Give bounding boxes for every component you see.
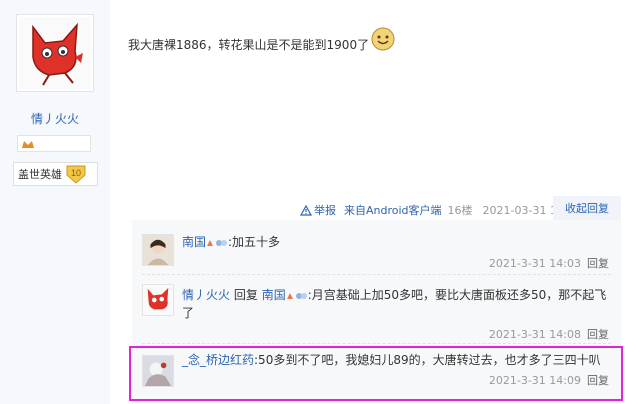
reply-username[interactable]: 南国 (182, 235, 206, 249)
highlight-box (129, 346, 623, 401)
medal-label: 盖世英雄 (18, 168, 62, 181)
reply-button[interactable]: 回复 (587, 328, 609, 341)
reply-item: 情丿火火 回复 南国:月宫基础上加50多吧，要比大唐面板还多50，那不起飞 了 … (132, 276, 621, 346)
cartoon-avatar-icon (19, 17, 91, 89)
user-tag-icon (286, 292, 307, 299)
medal-badge[interactable]: 盖世英雄 10 (13, 162, 98, 186)
report-label: 举报 (314, 204, 336, 217)
medal-level-text: 10 (71, 168, 81, 178)
reply-word: 回复 (233, 288, 258, 302)
reply-divider (142, 343, 611, 344)
reply-footer: 2021-3-31 14:03 回复 (489, 255, 609, 271)
author-username[interactable]: 情丿火火 (0, 110, 110, 127)
reply-button[interactable]: 回复 (587, 257, 609, 270)
author-sidebar: 情丿火火 盖世英雄 10 (0, 0, 110, 404)
reply-content: 情丿火火 回复 南国 :月宫基础上加50多吧，要比大唐面板还多50，那不起飞 了 (182, 286, 609, 322)
post-meta: 举报 来自Android客户端 16楼 2021-03-31 13:18 (300, 202, 582, 218)
report-link[interactable]: 举报 (300, 202, 336, 218)
warning-icon (300, 204, 312, 216)
reply-username[interactable]: 情丿火火 (182, 288, 230, 302)
cartoon-avatar-icon (143, 285, 173, 315)
author-avatar[interactable] (16, 14, 94, 92)
reply-avatar[interactable] (142, 234, 174, 266)
reply-item: 南国 :加五十多 2021-3-31 14:03 回复 (132, 220, 621, 280)
reply-footer: 2021-3-31 14:08 回复 (489, 326, 609, 342)
reply-content: 南国 :加五十多 (182, 233, 609, 251)
smiley-emoji-icon (371, 27, 395, 50)
reply-avatar[interactable] (142, 284, 174, 316)
reply-datetime: 2021-3-31 14:08 (488, 328, 581, 341)
reply-text-cont: 了 (182, 306, 195, 320)
reply-datetime: 2021-3-31 14:03 (488, 257, 581, 270)
level-icon (22, 140, 34, 148)
collapse-replies-button[interactable]: 收起回复 (553, 196, 621, 220)
reply-text: :加五十多 (228, 235, 281, 249)
post-body: 我大唐裸1886，转花果山是不是能到1900了 (128, 38, 370, 52)
post-source[interactable]: 来自Android客户端 (344, 202, 442, 218)
reply-divider (142, 274, 611, 275)
post-floor: 16楼 (447, 204, 473, 217)
reply-target-username[interactable]: 南国 (262, 288, 286, 302)
user-tag-icon (207, 239, 228, 246)
post-content: 我大唐裸1886，转花果山是不是能到1900了 (128, 27, 395, 53)
level-badge (17, 135, 91, 152)
medal-level-icon: 10 (66, 165, 86, 184)
reply-text: :月宫基础上加50多吧，要比大唐面板还多50，那不起飞 (307, 288, 607, 302)
photo-avatar-icon (143, 235, 173, 265)
